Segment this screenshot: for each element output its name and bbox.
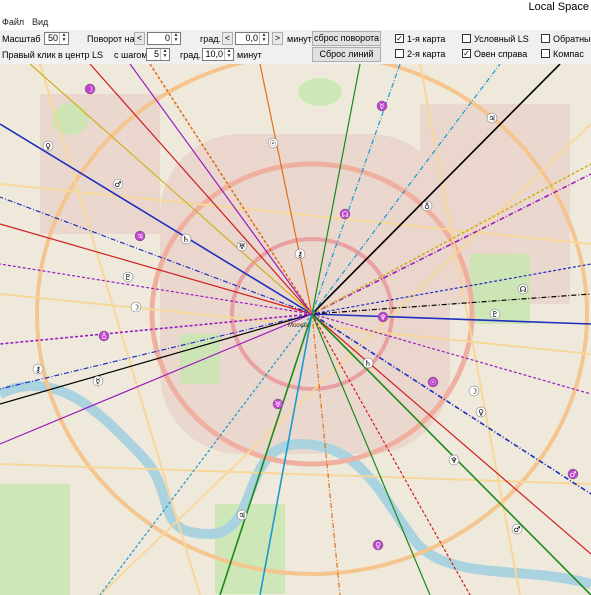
planet-glyph: ♀ <box>478 408 484 417</box>
rotate-deg-spinner[interactable]: 0 ▲ ▼ <box>147 32 181 45</box>
planet-glyph: ⚷ <box>297 250 303 259</box>
planet-glyph: ☿ <box>96 377 101 386</box>
conditional-ls-checkbox[interactable] <box>462 34 471 43</box>
rotate-min-right-button[interactable]: > <box>272 32 283 45</box>
planet-glyph: ♃ <box>488 114 495 123</box>
step-deg-spinner[interactable]: 5 ▲ ▼ <box>146 48 170 61</box>
toolbar: Масштаб 50 ▲ ▼ Поворот на < 0 ▲ ▼ град. < … <box>0 30 591 65</box>
planet-glyph: ☽ <box>470 387 477 396</box>
planet-glyph: ☽ <box>132 303 139 312</box>
planet-glyph: ♂ <box>569 470 576 479</box>
reset-rotation-button[interactable]: сброс поворота <box>312 31 381 46</box>
map1-checkbox[interactable]: ✓ <box>395 34 404 43</box>
planet-glyph: ♀ <box>375 541 381 550</box>
aries-right-label: Овен справа <box>474 49 528 59</box>
reset-lines-button[interactable]: Сброс линий <box>312 47 381 62</box>
check-mark-icon: ✓ <box>396 34 403 43</box>
title-bar: Local Space <box>0 0 591 14</box>
step-min-spinner[interactable]: 10,0 ▲ ▼ <box>202 48 234 61</box>
menu-bar: Файл Вид <box>0 14 591 30</box>
rotate-min-value: 0,0 <box>245 33 258 43</box>
planet-glyph: ♃ <box>238 511 245 520</box>
reverse-checkbox[interactable] <box>541 34 550 43</box>
scale-label: Масштаб <box>2 34 41 44</box>
conditional-ls-label: Условный LS <box>474 34 529 44</box>
planet-glyph: ♁ <box>424 202 430 211</box>
planet-glyph: ♂ <box>513 525 520 534</box>
step-deg-value: 5 <box>153 49 159 59</box>
spinner-arrows-icon[interactable]: ▲ ▼ <box>160 49 169 60</box>
planet-glyph: ♇ <box>491 310 498 319</box>
right-click-label: Правый клик в центр LS <box>2 50 103 60</box>
planet-glyph: ♅ <box>238 242 245 251</box>
planet-glyph: ☉ <box>429 378 436 387</box>
compass-checkbox[interactable] <box>541 49 550 58</box>
planet-glyph: ☽ <box>86 85 93 94</box>
rotate-min-left-button[interactable]: < <box>222 32 233 45</box>
map1-label: 1-я карта <box>407 34 446 44</box>
menu-view[interactable]: Вид <box>32 17 48 27</box>
planet-glyph: ♄ <box>182 235 189 244</box>
planet-glyph: ♄ <box>364 359 371 368</box>
planet-glyph: ☊ <box>519 285 526 294</box>
planet-glyph: ☿ <box>380 102 385 111</box>
planet-glyph: ♃ <box>136 232 143 241</box>
planet-glyph: ♂ <box>114 180 121 189</box>
planet-glyph: ☊ <box>341 210 348 219</box>
planet-glyph: ♆ <box>450 456 457 465</box>
rotate-min-spinner[interactable]: 0,0 ▲ ▼ <box>235 32 269 45</box>
step-min-value: 10,0 <box>205 49 223 59</box>
map2-label: 2-я карта <box>407 49 446 59</box>
map-svg[interactable]: ☽ ♀ ♂ ♃ ♄ ♅ ♆ ♇ ☊ ♁ ⚷ ☿ ☉ ☽ ♀ ♂ ♃ ♄ ♅ ♆ ♇ ☊ ♁ ⚷ ☿ ☉ ☽ ♀ ♂ ♃ Москва <box>0 64 591 595</box>
rotate-deg-left-button[interactable]: < <box>134 32 145 45</box>
planet-glyph: ♀ <box>45 142 51 151</box>
spinner-arrows-icon[interactable]: ▲ ▼ <box>224 49 233 60</box>
spinner-arrows-icon[interactable]: ▲ ▼ <box>59 33 68 44</box>
center-label: Москва <box>288 323 309 329</box>
map2-checkbox[interactable] <box>395 49 404 58</box>
rotate-min-unit: минут <box>287 34 312 44</box>
step-deg-unit: град. <box>180 50 202 60</box>
planet-glyph: ♅ <box>274 400 281 409</box>
planet-glyph: ♁ <box>101 332 107 341</box>
planet-glyph: ♆ <box>379 313 386 322</box>
planet-glyph: ☉ <box>269 139 276 148</box>
scale-spinner[interactable]: 50 ▲ ▼ <box>44 32 69 45</box>
scale-value: 50 <box>47 33 58 43</box>
step-min-unit: минут <box>237 50 262 60</box>
rotate-label: Поворот на <box>87 34 135 44</box>
rotate-deg-unit: град. <box>200 34 222 44</box>
aries-right-checkbox[interactable]: ✓ <box>462 49 471 58</box>
planet-glyph: ♇ <box>124 273 131 282</box>
rotate-deg-value: 0 <box>164 33 170 43</box>
menu-file[interactable]: Файл <box>2 17 24 27</box>
map-canvas[interactable]: ☽ ♀ ♂ ♃ ♄ ♅ ♆ ♇ ☊ ♁ ⚷ ☿ ☉ ☽ ♀ ♂ ♃ ♄ ♅ ♆ ♇ ☊ ♁ ⚷ ☿ ☉ ☽ ♀ ♂ ♃ Москва <box>0 64 591 595</box>
spinner-arrows-icon[interactable]: ▲ ▼ <box>259 33 268 44</box>
check-mark-icon: ✓ <box>463 49 470 58</box>
planet-glyph: ⚷ <box>35 365 41 374</box>
spinner-arrows-icon[interactable]: ▲ ▼ <box>171 33 180 44</box>
step-label: с шагом <box>114 50 148 60</box>
compass-label: Компас <box>553 49 584 59</box>
window-title: Local Space <box>528 1 589 13</box>
reverse-label: Обратные <box>553 34 591 44</box>
